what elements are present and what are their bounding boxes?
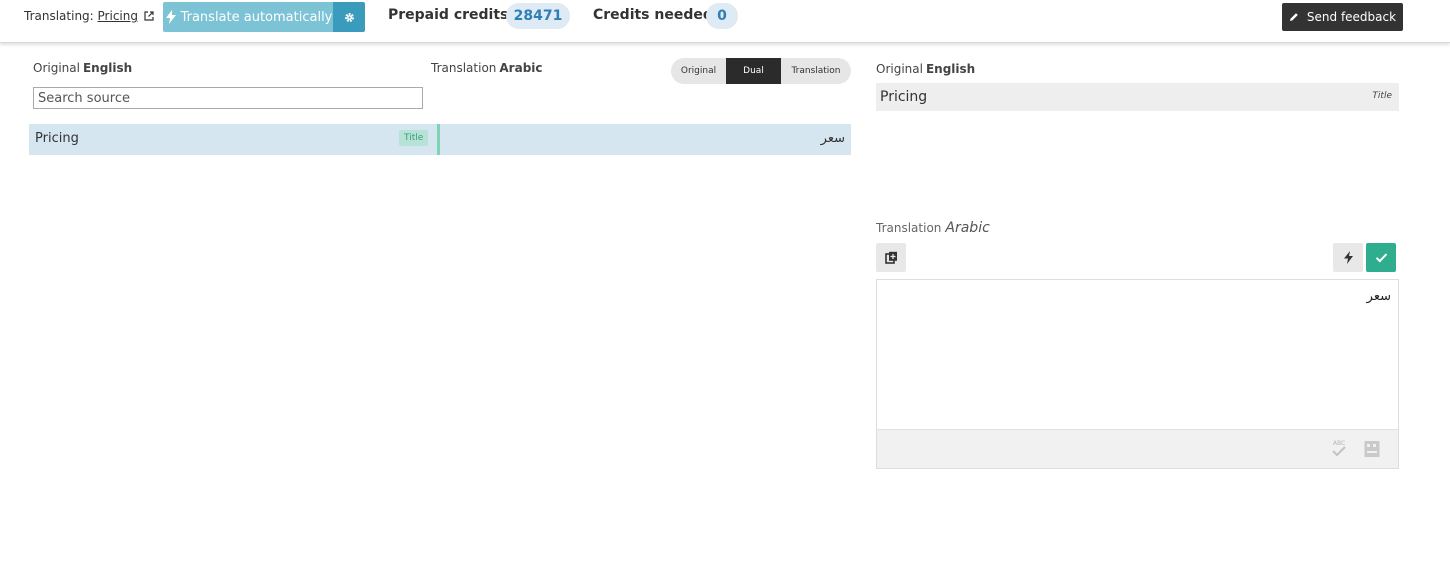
spellcheck-icon[interactable]: ABC (1330, 439, 1348, 459)
original-label: Original (33, 61, 80, 75)
spellcheck-label: ABC (1333, 440, 1345, 447)
editor-original-label: Original (876, 62, 923, 76)
view-mode-original[interactable]: Original (671, 58, 726, 84)
bolt-icon (1343, 251, 1353, 264)
translation-label: Translation (431, 61, 497, 75)
prepaid-credits-label: Prepaid credits: (388, 7, 514, 23)
bolt-icon (165, 10, 176, 24)
send-feedback-button[interactable]: Send feedback (1282, 3, 1403, 31)
copy-source-button[interactable] (876, 243, 906, 272)
source-text: Pricing (880, 89, 928, 105)
search-source-input[interactable] (33, 87, 423, 109)
editor-original-heading: Original English (876, 62, 975, 76)
editor-translation-heading: Translation Arabic (876, 220, 990, 236)
translate-automatically-button[interactable]: Translate automatically (163, 2, 334, 32)
prepaid-credits-badge: 28471 (506, 3, 570, 29)
source-text-box: Pricing Title (876, 83, 1399, 111)
credits-needed-label: Credits needed (593, 7, 713, 23)
translation-language: Arabic (499, 61, 543, 75)
original-language-heading: Original English (33, 61, 132, 75)
row-type-tag: Title (399, 130, 429, 146)
auto-translate-settings-button[interactable] (333, 2, 365, 32)
original-language: English (82, 61, 133, 75)
gear-icon (344, 12, 354, 22)
external-link-icon[interactable] (144, 11, 154, 21)
translating-page-link[interactable]: Pricing (98, 9, 138, 23)
copy-source-icon (884, 251, 897, 264)
view-mode-dual[interactable]: Dual (726, 58, 781, 84)
editor-original-language: English (925, 62, 976, 76)
row-source-text: Pricing (35, 131, 79, 146)
row-translation-text: سعر (820, 131, 845, 146)
editor-translation-label: Translation (876, 221, 942, 235)
top-bar: Translating: Pricing Translate automatic… (0, 0, 1450, 43)
credits-needed-badge: 0 (706, 3, 738, 29)
row-status-bar (437, 124, 440, 155)
view-mode-translation[interactable]: Translation (781, 58, 851, 84)
translate-automatically-label: Translate automatically (180, 9, 333, 25)
keyboard-icon[interactable] (1364, 440, 1380, 458)
confirm-translation-button[interactable] (1366, 243, 1396, 272)
source-type-label: Title (1372, 91, 1392, 101)
machine-translate-button[interactable] (1333, 243, 1363, 272)
send-feedback-label: Send feedback (1306, 10, 1397, 24)
string-row[interactable]: Pricing Title سعر (29, 124, 851, 155)
translation-editor-text[interactable]: سعر (1367, 289, 1391, 304)
check-icon (1375, 253, 1387, 263)
translation-editor[interactable]: سعر ABC (876, 279, 1399, 469)
editor-translation-language: Arabic (945, 220, 990, 236)
translation-language-heading: Translation Arabic (431, 61, 543, 75)
translating-info: Translating: Pricing (24, 9, 154, 23)
pencil-icon (1289, 13, 1298, 21)
view-mode-toggle: Original Dual Translation (671, 58, 851, 84)
editor-toolbar: ABC (877, 429, 1398, 468)
translating-label: Translating: (24, 9, 94, 23)
